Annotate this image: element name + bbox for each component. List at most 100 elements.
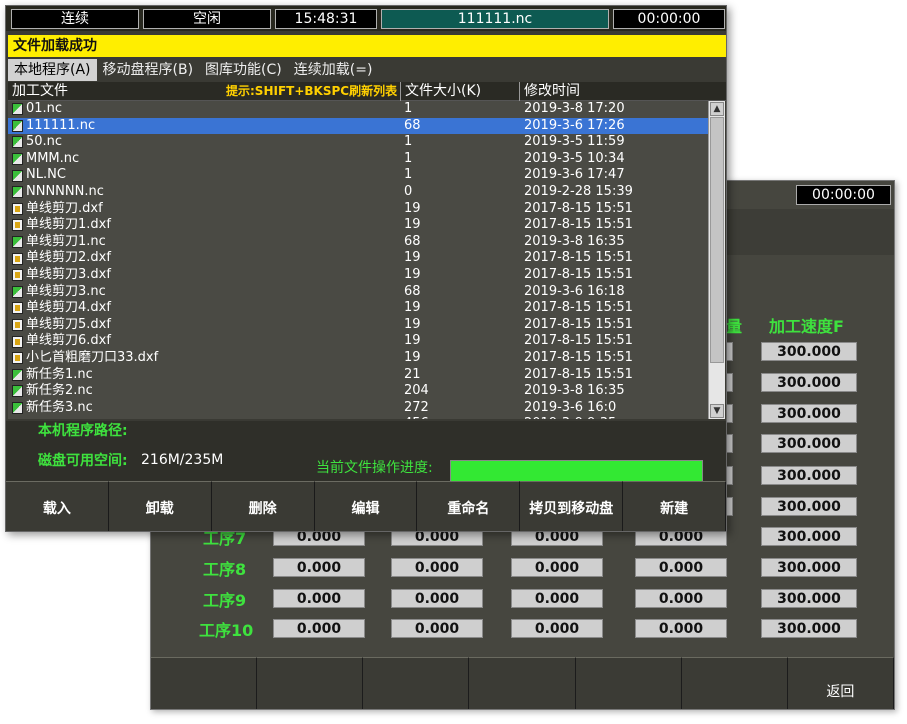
table-row[interactable]: 单线剪刀2.dxf 19 2017-8-15 15:51 [8,250,708,267]
tab-0[interactable]: 本地程序(A) [8,59,97,81]
function-button-2[interactable]: 删除 [211,481,315,531]
table-row[interactable]: 50.nc 1 2019-3-5 11:59 [8,134,708,151]
process-value-cell[interactable]: 0.000 [391,619,483,638]
file-date: 2019-3-6 17:26 [524,117,625,133]
col-name-header: 加工文件 [12,83,68,99]
nc-file-icon [12,385,23,398]
process-value-cell[interactable]: 0.000 [391,589,483,608]
file-name: 单线剪刀.dxf [26,200,103,216]
back-button-1[interactable] [257,657,364,709]
file-size: 1 [404,167,413,183]
file-name: 小匕首粗磨刀口33.dxf [26,349,159,365]
scroll-thumb[interactable] [710,117,724,363]
process-value-cell[interactable]: 300.000 [761,558,857,577]
table-row[interactable]: 单线剪刀3.nc 68 2019-3-6 16:18 [8,284,708,301]
file-name-cell: 单线剪刀1.dxf [12,217,111,234]
table-row[interactable]: 单线剪刀1.nc 68 2019-3-8 16:35 [8,234,708,251]
table-row[interactable]: 111111.nc 68 2019-3-6 17:26 [8,117,708,135]
process-value-cell[interactable]: 0.000 [635,558,727,577]
file-name-cell: 单线剪刀3.dxf [12,267,111,284]
disk-label: 磁盘可用空间: [38,453,128,469]
progress-label: 当前文件操作进度: [316,460,433,476]
back-button-2[interactable] [363,657,470,709]
file-name-cell: 单线剪刀5.dxf [12,317,111,334]
file-date: 2019-3-8 17:20 [524,101,625,116]
file-name-cell: 单线剪刀6.dxf [12,333,111,350]
scroll-up-icon[interactable]: ▲ [710,102,724,116]
process-value-cell[interactable]: 0.000 [273,589,365,608]
process-value-cell[interactable]: 0.000 [511,558,603,577]
file-name: 111111.nc [26,117,96,133]
process-value-cell[interactable]: 0.000 [635,619,727,638]
file-size: 1 [404,101,413,116]
table-row[interactable]: 单线剪刀.dxf 19 2017-8-15 15:51 [8,201,708,218]
file-size: 19 [404,200,421,216]
message-bar: 文件加载成功 [8,35,726,57]
back-button-5[interactable] [681,657,788,709]
back-button-6[interactable]: 返回 [787,657,894,709]
function-button-0[interactable]: 载入 [6,481,109,531]
file-date: 2019-3-9 9:35 [524,416,616,419]
tab-3[interactable]: 连续加载(=) [288,59,379,81]
file-name-cell: 新任务1.nc [12,367,93,384]
file-name: 单线剪刀1.dxf [26,217,111,233]
back-button-0[interactable] [151,657,258,709]
file-name-cell: 新任务3.nc [12,400,93,417]
tab-1[interactable]: 移动盘程序(B) [97,59,200,81]
process-value-cell[interactable]: 0.000 [273,558,365,577]
process-value-cell[interactable]: 300.000 [761,589,857,608]
table-row[interactable]: 新任务2.nc 204 2019-3-8 16:35 [8,383,708,400]
function-button-3[interactable]: 编辑 [314,481,418,531]
file-list[interactable]: 01.nc 1 2019-3-8 17:20 111111.nc 68 2019-3-6 … [8,101,708,419]
tab-2[interactable]: 图库功能(C) [199,59,288,81]
col-size-header: 文件大小(K) [405,83,482,99]
function-button-5[interactable]: 拷贝到移动盘 [520,481,624,531]
mode-indicator: 连续 [11,9,139,29]
file-size: 19 [404,333,421,349]
feed-speed-header: 加工速度F [769,317,844,336]
function-button-1[interactable]: 卸载 [108,481,212,531]
table-row[interactable]: 单线剪刀4.dxf 19 2017-8-15 15:51 [8,300,708,317]
function-button-4[interactable]: 重命名 [417,481,521,531]
file-size: 1 [404,150,413,166]
table-row[interactable]: 单线剪刀3.dxf 19 2017-8-15 15:51 [8,267,708,284]
back-button-4[interactable] [575,657,682,709]
dxf-file-icon [12,319,23,332]
table-row[interactable]: 单线剪刀6.dxf 19 2017-8-15 15:51 [8,333,708,350]
scroll-down-icon[interactable]: ▼ [710,404,724,418]
table-row[interactable]: MMM.nc 1 2019-3-5 10:34 [8,151,708,168]
table-row[interactable]: 单线剪刀1.dxf 19 2017-8-15 15:51 [8,217,708,234]
process-value-cell[interactable]: 0.000 [273,619,365,638]
process-value-cell[interactable]: 300.000 [761,619,857,638]
table-row[interactable]: 新任务1.nc 21 2017-8-15 15:51 [8,367,708,384]
file-name: 单线剪刀3.dxf [26,266,111,282]
process-value-cell[interactable]: 300.000 [761,527,857,546]
list-scrollbar[interactable]: ▲ ▼ [708,101,725,419]
nc-file-icon [12,368,23,381]
feed-value-cell: 300.000 [761,466,857,485]
process-value-cell[interactable]: 0.000 [635,589,727,608]
dxf-file-icon [12,219,23,232]
process-value-cell[interactable]: 0.000 [391,558,483,577]
path-label: 本机程序路径: [38,423,128,439]
table-row[interactable]: 单线剪刀5.dxf 19 2017-8-15 15:51 [8,317,708,334]
back-partial-header: 量 [726,317,743,336]
file-date: 2017-8-15 15:51 [524,366,633,382]
table-row[interactable]: 456 2019-3-9 9:35 [8,416,708,419]
column-divider [519,82,520,101]
process-value-cell[interactable]: 0.000 [511,619,603,638]
list-header: 加工文件 提示:SHIFT+BKSPC刷新列表 文件大小(K) 修改时间 [8,82,726,101]
dxf-file-icon [12,352,23,365]
table-row[interactable]: NL.NC 1 2019-3-6 17:47 [8,167,708,184]
process-value-cell[interactable]: 0.000 [511,589,603,608]
file-date: 2019-3-5 10:34 [524,150,625,166]
table-row[interactable]: 小匕首粗磨刀口33.dxf 19 2017-8-15 15:51 [8,350,708,367]
file-date: 2019-2-28 15:39 [524,183,633,199]
file-name-cell: 单线剪刀2.dxf [12,250,111,267]
table-row[interactable]: NNNNNN.nc 0 2019-2-28 15:39 [8,184,708,201]
table-row[interactable]: 新任务3.nc 272 2019-3-6 16:0 [8,400,708,417]
function-button-6[interactable]: 新建 [623,481,726,531]
file-name: 新任务3.nc [26,399,93,415]
table-row[interactable]: 01.nc 1 2019-3-8 17:20 [8,101,708,118]
back-button-3[interactable] [469,657,576,709]
